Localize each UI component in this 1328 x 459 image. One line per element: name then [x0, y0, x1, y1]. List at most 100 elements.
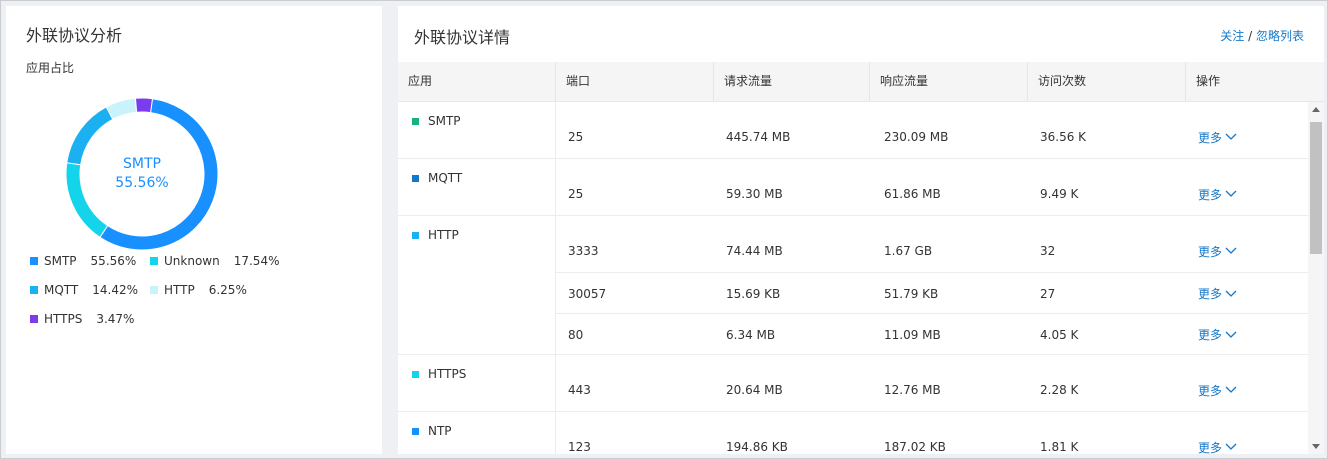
more-actions-label: 更多	[1198, 244, 1223, 259]
app-color-swatch	[412, 174, 419, 182]
scroll-thumb[interactable]	[1310, 122, 1322, 254]
app-name: SMTP	[412, 114, 461, 128]
more-actions-button[interactable]: 更多	[1198, 186, 1237, 203]
app-cell: NTP	[398, 412, 556, 454]
legend-swatch	[30, 257, 38, 265]
right-card-title: 外联协议详情	[414, 28, 511, 47]
table-body: SMTP 25 445.74 MB 230.09 MB 36.56 K 更多 MQTT 25 5…	[398, 102, 1308, 454]
more-actions-button[interactable]: 更多	[1198, 326, 1237, 343]
legend-percent: 6.25%	[208, 283, 247, 297]
cell-visits: 32	[1040, 244, 1056, 258]
legend-swatch	[30, 315, 38, 323]
cell-request: 445.74 MB	[726, 130, 791, 144]
table-group-mqtt: MQTT 25 59.30 MB 61.86 MB 9.49 K 更多	[398, 159, 1308, 216]
app-share-donut-chart: SMTP 55.56%	[66, 98, 218, 250]
legend-percent: 14.42%	[92, 283, 139, 297]
donut-center-value: 55.56%	[115, 175, 169, 191]
app-name-label: NTP	[428, 424, 452, 438]
legend-label: Unknown	[164, 254, 220, 268]
cell-visits: 27	[1040, 286, 1056, 301]
col-header-action: 操作	[1196, 74, 1221, 88]
legend-item-smtp[interactable]: SMTP 55.56%	[30, 254, 136, 268]
app-name: HTTPS	[412, 367, 466, 381]
more-actions-label: 更多	[1198, 287, 1223, 301]
legend-percent: 3.47%	[96, 312, 135, 326]
cell-response: 11.09 MB	[884, 327, 941, 342]
ignore-list-link[interactable]: 忽略列表	[1256, 29, 1304, 43]
legend-swatch	[30, 286, 38, 294]
cell-request: 6.34 MB	[726, 327, 776, 342]
table-group-https: HTTPS 443 20.64 MB 12.76 MB 2.28 K 更多	[398, 355, 1308, 412]
col-header-visits: 访问次数	[1028, 62, 1186, 101]
legend-item-mqtt[interactable]: MQTT 14.42%	[30, 283, 138, 297]
cell-port: 30057	[568, 286, 607, 301]
cell-request: 20.64 MB	[726, 383, 783, 397]
app-name: NTP	[412, 424, 452, 438]
legend-item-https[interactable]: HTTPS 3.47%	[30, 312, 134, 326]
app-share-subtitle: 应用占比	[26, 61, 75, 75]
more-actions-button[interactable]: 更多	[1198, 439, 1237, 455]
protocol-analysis-card: 外联协议分析 应用占比 SMTP 55.56% SMTP 55.56% Unknow…	[6, 6, 382, 454]
app-cell: HTTP	[398, 216, 556, 354]
app-color-swatch	[412, 427, 419, 435]
protocol-detail-card: 外联协议详情 关注 / 忽略列表 应用 端口 请求流量 响应流量 访问次数 操作…	[398, 6, 1324, 454]
chevron-down-icon	[1225, 247, 1237, 254]
donut-center-name: SMTP	[123, 156, 161, 172]
cell-visits: 9.49 K	[1040, 187, 1079, 201]
table-row: 80 6.34 MB 11.09 MB 4.05 K 更多	[556, 313, 1308, 355]
more-actions-button[interactable]: 更多	[1198, 382, 1237, 399]
table-row: 25 445.74 MB 230.09 MB 36.56 K 更多	[556, 102, 1308, 158]
cell-port: 25	[568, 130, 584, 144]
more-actions-label: 更多	[1198, 440, 1223, 455]
app-name-label: SMTP	[428, 114, 461, 128]
more-actions-button[interactable]: 更多	[1198, 285, 1237, 302]
table-scrollbar[interactable]	[1308, 102, 1324, 454]
cell-visits: 1.81 K	[1040, 440, 1079, 454]
follow-link[interactable]: 关注	[1220, 29, 1244, 43]
link-separator: /	[1248, 29, 1253, 43]
cell-port: 123	[568, 440, 591, 454]
app-name: MQTT	[412, 171, 462, 185]
app-cell: MQTT	[398, 159, 556, 215]
more-actions-label: 更多	[1198, 187, 1223, 202]
table-row: 25 59.30 MB 61.86 MB 9.49 K 更多	[556, 159, 1308, 215]
table-row: 3333 74.44 MB 1.67 GB 32 更多	[556, 216, 1308, 272]
scroll-up-arrow-icon[interactable]	[1312, 107, 1320, 112]
chevron-down-icon	[1225, 290, 1237, 297]
cell-response: 1.67 GB	[884, 244, 933, 258]
cell-response: 61.86 MB	[884, 187, 941, 201]
legend-swatch	[150, 257, 158, 265]
app-color-swatch	[412, 117, 419, 125]
table-row: 30057 15.69 KB 51.79 KB 27 更多	[556, 272, 1308, 314]
legend-item-http[interactable]: HTTP 6.25%	[150, 283, 247, 297]
legend-label: HTTP	[164, 283, 195, 297]
left-card-title: 外联协议分析	[26, 26, 123, 45]
table-header: 应用 端口 请求流量 响应流量 访问次数 操作	[398, 62, 1324, 102]
cell-port: 80	[568, 327, 584, 342]
more-actions-label: 更多	[1198, 130, 1223, 145]
col-header-response: 响应流量	[870, 62, 1028, 101]
legend-item-unknown[interactable]: Unknown 17.54%	[150, 254, 279, 268]
table-group-http: HTTP 3333 74.44 MB 1.67 GB 32 更多 30057 15.69 KB…	[398, 216, 1308, 355]
legend-percent: 55.56%	[90, 254, 137, 268]
col-header-request: 请求流量	[714, 62, 870, 101]
table-group-smtp: SMTP 25 445.74 MB 230.09 MB 36.56 K 更多	[398, 102, 1308, 159]
cell-visits: 36.56 K	[1040, 130, 1087, 144]
chevron-down-icon	[1225, 133, 1237, 140]
table-row: 443 20.64 MB 12.76 MB 2.28 K 更多	[556, 355, 1308, 411]
cell-port: 3333	[568, 244, 599, 258]
chevron-down-icon	[1225, 331, 1237, 338]
chevron-down-icon	[1225, 386, 1237, 393]
cell-request: 59.30 MB	[726, 187, 783, 201]
cell-response: 12.76 MB	[884, 383, 941, 397]
cell-request: 194.86 KB	[726, 440, 788, 454]
more-actions-button[interactable]: 更多	[1198, 129, 1237, 146]
cell-request: 15.69 KB	[726, 286, 781, 301]
app-color-swatch	[412, 370, 419, 378]
more-actions-button[interactable]: 更多	[1198, 243, 1237, 260]
cell-visits: 4.05 K	[1040, 327, 1079, 342]
header-links: 关注 / 忽略列表	[1220, 27, 1304, 44]
scroll-down-arrow-icon[interactable]	[1312, 444, 1320, 449]
app-name-label: MQTT	[428, 171, 463, 185]
donut-center-label: SMTP 55.56%	[66, 98, 218, 250]
